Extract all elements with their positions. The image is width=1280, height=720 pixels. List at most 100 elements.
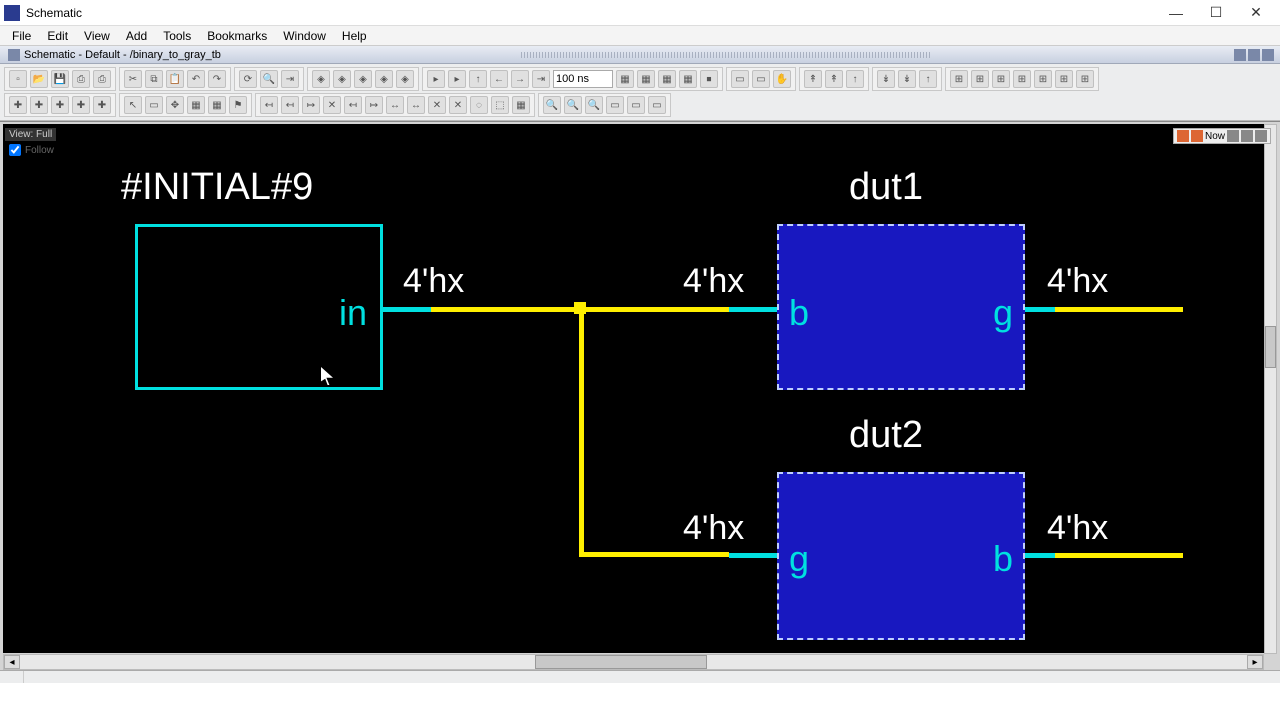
- runctl-icon-4[interactable]: ▦: [679, 70, 697, 88]
- h-scroll-left[interactable]: ◂: [4, 655, 20, 669]
- runctl-icon-3[interactable]: ▦: [658, 70, 676, 88]
- fwd-icon[interactable]: →: [511, 70, 529, 88]
- bar-gripper[interactable]: [521, 52, 932, 58]
- runctl-icon-2[interactable]: ▦: [637, 70, 655, 88]
- now-box[interactable]: Now: [1173, 128, 1271, 144]
- undo-icon[interactable]: ↶: [187, 70, 205, 88]
- dut1-block[interactable]: [777, 224, 1025, 390]
- misc-icon-7[interactable]: ⊞: [1076, 70, 1094, 88]
- refresh-icon[interactable]: ⟳: [239, 70, 257, 88]
- back-icon[interactable]: ←: [490, 70, 508, 88]
- sim-icon-2[interactable]: ◈: [333, 70, 351, 88]
- menu-edit[interactable]: Edit: [39, 29, 76, 43]
- save-icon[interactable]: 💾: [51, 70, 69, 88]
- menu-tools[interactable]: Tools: [155, 29, 199, 43]
- run-icon-2[interactable]: ▸: [448, 70, 466, 88]
- h-scroll-track[interactable]: [20, 655, 1247, 669]
- zoom-icon-5[interactable]: ▭: [627, 96, 645, 114]
- misc-icon-1[interactable]: ⊞: [950, 70, 968, 88]
- trace-icon-10[interactable]: ✕: [449, 96, 467, 114]
- paste-icon[interactable]: 📋: [166, 70, 184, 88]
- nav-icon-6[interactable]: ↑: [919, 70, 937, 88]
- nav-icon-4[interactable]: ↡: [877, 70, 895, 88]
- sim-icon-5[interactable]: ◈: [396, 70, 414, 88]
- zoomin-icon[interactable]: 🔍: [543, 96, 561, 114]
- nav-icon-3[interactable]: ↑: [846, 70, 864, 88]
- trace-icon-9[interactable]: ✕: [428, 96, 446, 114]
- wire-dut1-out[interactable]: [1055, 307, 1183, 312]
- close-button[interactable]: ✕: [1236, 4, 1276, 21]
- zoom-icon-6[interactable]: ▭: [648, 96, 666, 114]
- step-icon[interactable]: ⇥: [532, 70, 550, 88]
- trace-icon-11[interactable]: ◌: [470, 96, 488, 114]
- stop-icon[interactable]: ⏹: [700, 70, 718, 88]
- add-icon-1[interactable]: ✚: [9, 96, 27, 114]
- wire-branch-to-dut2[interactable]: [579, 552, 729, 557]
- nav-icon-1[interactable]: ↟: [804, 70, 822, 88]
- add-icon-5[interactable]: ✚: [93, 96, 111, 114]
- hand-icon[interactable]: ✋: [773, 70, 791, 88]
- dock-close-icon[interactable]: [1262, 49, 1274, 61]
- wire-dut2-out[interactable]: [1055, 553, 1183, 558]
- maximize-button[interactable]: ☐: [1196, 4, 1236, 21]
- layout-icon-1[interactable]: ▭: [731, 70, 749, 88]
- flag-icon[interactable]: ⚑: [229, 96, 247, 114]
- menu-bookmarks[interactable]: Bookmarks: [199, 29, 275, 43]
- trace-icon-6[interactable]: ↦: [365, 96, 383, 114]
- v-scroll-thumb[interactable]: [1265, 326, 1276, 368]
- minimize-button[interactable]: —: [1156, 5, 1196, 21]
- grid2-icon[interactable]: ▦: [208, 96, 226, 114]
- menu-view[interactable]: View: [76, 29, 118, 43]
- schematic-canvas[interactable]: View: Full Follow Now #INITIAL#9 in dut1…: [3, 124, 1277, 653]
- move-icon[interactable]: ✥: [166, 96, 184, 114]
- zoom-icon-4[interactable]: ▭: [606, 96, 624, 114]
- trace-icon-4[interactable]: ✕: [323, 96, 341, 114]
- up-icon[interactable]: ↑: [469, 70, 487, 88]
- menu-window[interactable]: Window: [275, 29, 334, 43]
- menu-help[interactable]: Help: [334, 29, 375, 43]
- misc-icon-4[interactable]: ⊞: [1013, 70, 1031, 88]
- misc-icon-3[interactable]: ⊞: [992, 70, 1010, 88]
- horizontal-scrollbar[interactable]: ◂ ▸: [3, 654, 1264, 670]
- zoomout-icon[interactable]: 🔍: [564, 96, 582, 114]
- trace-icon-8[interactable]: ↔: [407, 96, 425, 114]
- dock-icon-1[interactable]: [1234, 49, 1246, 61]
- trace-icon-7[interactable]: ↔: [386, 96, 404, 114]
- pointer-icon[interactable]: ↖: [124, 96, 142, 114]
- misc-icon-2[interactable]: ⊞: [971, 70, 989, 88]
- misc-icon-6[interactable]: ⊞: [1055, 70, 1073, 88]
- trace-icon-13[interactable]: ▦: [512, 96, 530, 114]
- findnext-icon[interactable]: ⇥: [281, 70, 299, 88]
- new-icon[interactable]: ▫: [9, 70, 27, 88]
- h-scroll-thumb[interactable]: [535, 655, 707, 669]
- trace-icon-12[interactable]: ⬚: [491, 96, 509, 114]
- grid1-icon[interactable]: ▦: [187, 96, 205, 114]
- run-icon-1[interactable]: ▸: [427, 70, 445, 88]
- layout-icon-2[interactable]: ▭: [752, 70, 770, 88]
- vertical-scrollbar[interactable]: [1264, 124, 1277, 654]
- runctl-icon-1[interactable]: ▦: [616, 70, 634, 88]
- redo-icon[interactable]: ↷: [208, 70, 226, 88]
- follow-checkbox[interactable]: [9, 144, 21, 156]
- wire-branch-vert[interactable]: [579, 307, 584, 557]
- nav-icon-5[interactable]: ↡: [898, 70, 916, 88]
- h-scroll-right[interactable]: ▸: [1247, 655, 1263, 669]
- trace-icon-5[interactable]: ↤: [344, 96, 362, 114]
- add-icon-2[interactable]: ✚: [30, 96, 48, 114]
- open-icon[interactable]: 📂: [30, 70, 48, 88]
- box-icon[interactable]: ▭: [145, 96, 163, 114]
- find-icon[interactable]: 🔍: [260, 70, 278, 88]
- nav-icon-2[interactable]: ↟: [825, 70, 843, 88]
- copy-icon[interactable]: ⧉: [145, 70, 163, 88]
- sim-icon-1[interactable]: ◈: [312, 70, 330, 88]
- trace-icon-2[interactable]: ↤: [281, 96, 299, 114]
- time-field[interactable]: [553, 70, 613, 88]
- trace-icon-1[interactable]: ↤: [260, 96, 278, 114]
- menu-file[interactable]: File: [4, 29, 39, 43]
- print2-icon[interactable]: ⎙: [93, 70, 111, 88]
- print-icon[interactable]: ⎙: [72, 70, 90, 88]
- sim-icon-4[interactable]: ◈: [375, 70, 393, 88]
- dut2-block[interactable]: [777, 472, 1025, 640]
- misc-icon-5[interactable]: ⊞: [1034, 70, 1052, 88]
- zoomfit-icon[interactable]: 🔍: [585, 96, 603, 114]
